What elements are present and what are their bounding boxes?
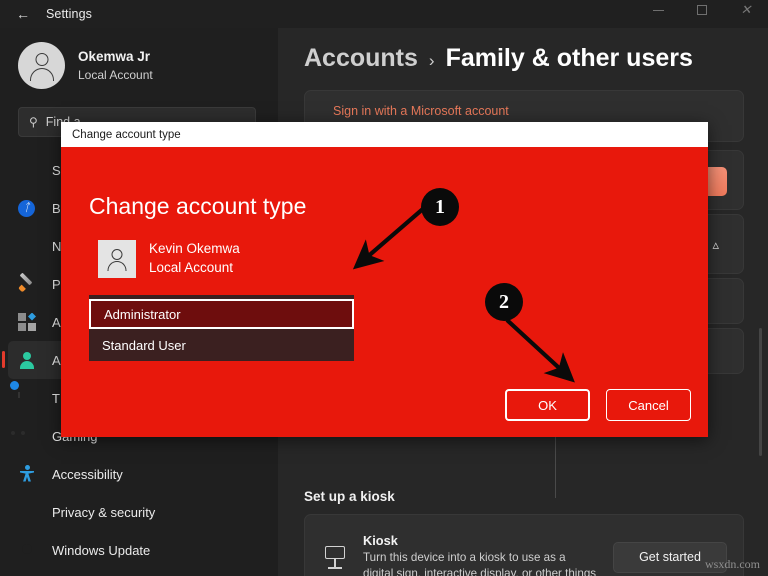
annotation-arrow-1 [352,206,575,383]
annotation-badge-2: 2 [485,283,523,321]
annotation-badge-1: 1 [421,188,459,226]
settings-window: ← Settings ✕ Okemwa Jr Local Account ⚲ F… [0,0,768,576]
